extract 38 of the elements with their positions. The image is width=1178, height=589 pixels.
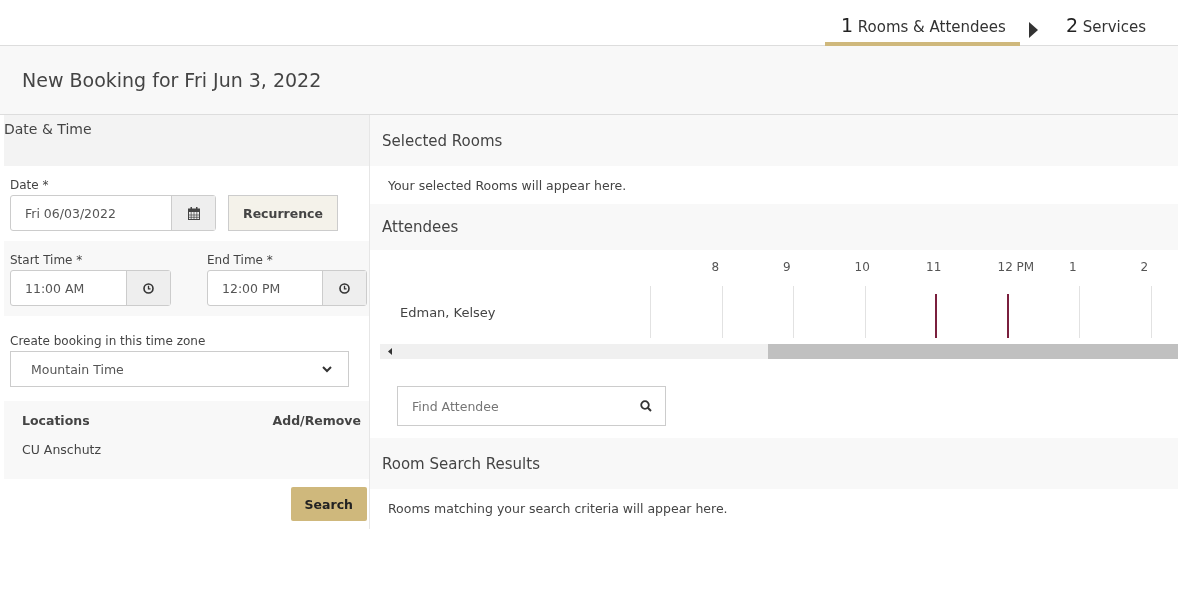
scroll-left-icon [388, 348, 392, 355]
recurrence-button[interactable]: Recurrence [228, 195, 338, 231]
hour-label: 8 [711, 260, 720, 274]
field-label: Create booking in this time zone [10, 334, 207, 348]
section-heading: Selected Rooms [382, 131, 503, 150]
hour-label: 1 [1069, 260, 1077, 274]
empty-message: Your selected Rooms will appear here. [388, 177, 627, 193]
date-field[interactable]: Fri 06/03/2022 [10, 195, 216, 231]
clock-icon [339, 282, 350, 294]
location-item: CU Anschutz [22, 442, 103, 457]
timezone-dropdown[interactable]: Mountain Time [10, 351, 349, 387]
horizontal-scrollbar[interactable] [380, 344, 1178, 359]
section-heading: Attendees [382, 218, 459, 236]
field-label: Start Time * [10, 253, 84, 267]
step-tab[interactable]: 2 Services [1049, 8, 1160, 46]
section-heading: Room Search Results [382, 454, 540, 473]
hour-label: 2 [1140, 260, 1149, 274]
attendee-name: Edman, Kelsey [400, 304, 496, 320]
add-remove-link[interactable]: Add/Remove [272, 413, 361, 428]
end-time-field[interactable]: 12:00 PM [207, 270, 367, 306]
step-arrow-icon [1027, 21, 1038, 38]
empty-message: Rooms matching your search criteria will appear here. [388, 500, 728, 516]
locations-heading: Locations [22, 413, 90, 428]
search-button[interactable]: Search [290, 487, 367, 521]
clock-icon [143, 282, 154, 294]
hour-label: 10 [854, 260, 870, 274]
search-icon [640, 400, 652, 412]
field-label: End Time * [207, 253, 274, 267]
hour-label: 12 PM [997, 260, 1035, 274]
section-heading: Date & Time [4, 121, 92, 137]
field-label: Date * [10, 178, 50, 192]
find-attendee-field[interactable]: Find Attendee [397, 386, 666, 426]
chevron-down-icon [322, 365, 332, 373]
hour-label: 9 [783, 260, 791, 274]
page-title: New Booking for Fri Jun 3, 2022 [22, 69, 322, 91]
start-time-field[interactable]: 11:00 AM [10, 270, 171, 306]
hour-label: 11 [926, 260, 942, 274]
calendar-icon [187, 206, 200, 220]
